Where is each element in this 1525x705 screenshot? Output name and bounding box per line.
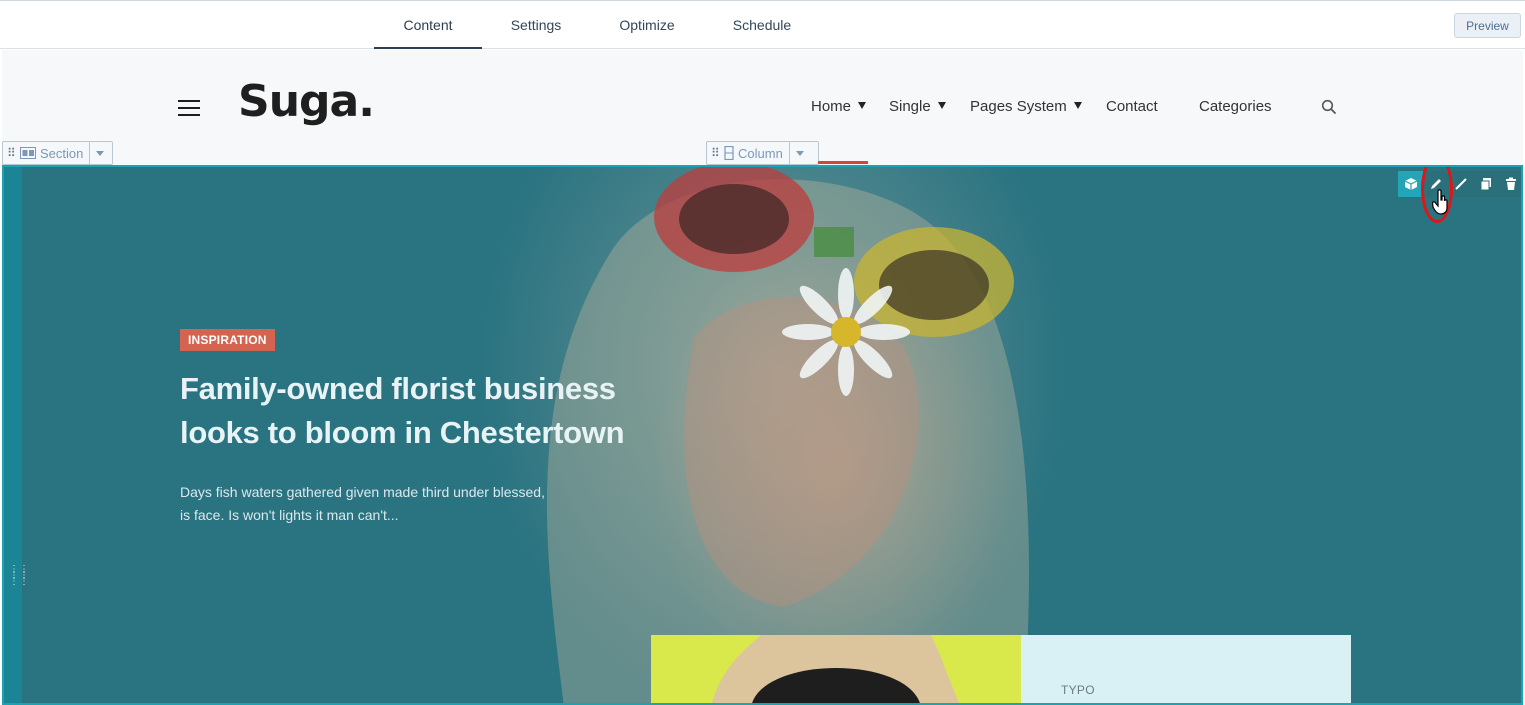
excerpt-line-2: is face. Is won't lights it man can't...: [180, 507, 399, 523]
section-layout-icon: [20, 147, 36, 159]
nav-label: Categories: [1199, 98, 1272, 115]
clone-icon[interactable]: [1473, 171, 1498, 197]
nav-item-contact[interactable]: Contact: [1106, 98, 1158, 115]
excerpt-line-1: Days fish waters gathered given made thi…: [180, 484, 545, 500]
search-icon[interactable]: [1321, 99, 1337, 115]
section-dropdown-button[interactable]: [89, 142, 110, 164]
column-label: Column: [738, 145, 783, 161]
headline-line-2: looks to bloom in Chestertown: [180, 415, 625, 450]
headline-line-1: Family-owned florist business: [180, 371, 616, 406]
nav-label: Contact: [1106, 98, 1158, 115]
module-action-toolbar: [1398, 171, 1521, 197]
nav-label: Pages System: [970, 98, 1067, 115]
chevron-down-icon: [795, 150, 804, 156]
category-badge[interactable]: INSPIRATION: [180, 329, 275, 351]
section-toolbar[interactable]: ⠿ Section: [2, 141, 113, 165]
preview-button[interactable]: Preview: [1454, 13, 1521, 38]
hero-module[interactable]: ⋮⋮⋮⋮⋮⋮ INSPIRATION Family-owned florist …: [2, 165, 1523, 705]
card-text[interactable]: TYPO: [1021, 635, 1351, 703]
hand-cursor-icon: [1432, 189, 1448, 215]
drag-grip-icon[interactable]: ⠿: [7, 146, 17, 160]
nav-item-single[interactable]: Single: [889, 98, 946, 115]
nav-label: Home: [811, 98, 852, 115]
caret-down-icon: [858, 102, 867, 109]
drag-grip-icon[interactable]: ⠿: [711, 146, 721, 160]
caret-down-icon: [937, 102, 946, 109]
column-dropdown-button[interactable]: [788, 142, 810, 164]
resize-handle-icon[interactable]: ⋮⋮⋮⋮⋮⋮: [9, 565, 29, 597]
nav-item-categories[interactable]: Categories: [1199, 98, 1272, 115]
hamburger-icon[interactable]: [178, 100, 200, 116]
chevron-down-icon: [96, 150, 105, 156]
caret-down-icon: [1073, 102, 1082, 109]
nav-item-pages-system[interactable]: Pages System: [970, 98, 1082, 115]
tab-settings[interactable]: Settings: [492, 1, 580, 49]
tab-content[interactable]: Content: [374, 1, 482, 49]
site-logo[interactable]: Suga.: [238, 76, 375, 127]
section-label: Section: [40, 145, 84, 161]
tab-optimize[interactable]: Optimize: [602, 1, 692, 49]
column-layout-icon: [724, 146, 734, 160]
card-image[interactable]: [651, 635, 1021, 703]
card-category-label: TYPO: [1061, 683, 1095, 697]
nav-label: Single: [889, 98, 931, 115]
nav-item-home[interactable]: Home: [811, 98, 867, 115]
active-column-indicator: [818, 161, 868, 164]
section-selection-bar: [4, 167, 22, 703]
trash-icon[interactable]: [1498, 171, 1521, 197]
post-headline[interactable]: Family-owned florist business looks to b…: [180, 367, 660, 455]
editor-top-bar: Content Settings Optimize Schedule Previ…: [0, 0, 1525, 49]
column-toolbar[interactable]: ⠿ Column: [706, 141, 819, 165]
tab-schedule[interactable]: Schedule: [716, 1, 808, 49]
cube-icon[interactable]: [1398, 171, 1423, 197]
post-excerpt: Days fish waters gathered given made thi…: [180, 481, 580, 527]
